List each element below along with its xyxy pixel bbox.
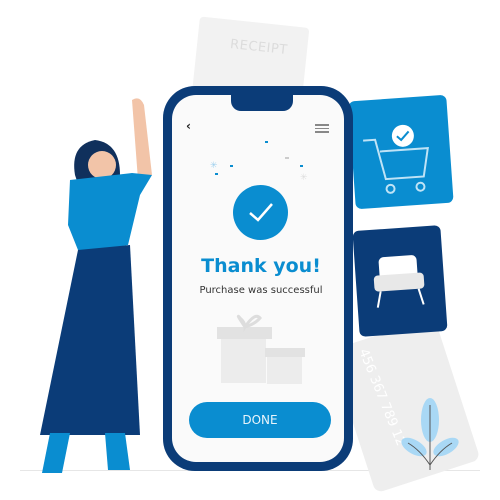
done-button[interactable]: DONE (189, 402, 331, 438)
phone-notch (231, 93, 293, 111)
gift-boxes-illustration (217, 314, 305, 384)
armchair-card-illustration (352, 225, 448, 337)
woman-illustration (40, 98, 152, 473)
thank-you-title: Thank you! (201, 255, 321, 277)
purchase-success-message: Purchase was successful (199, 285, 323, 296)
svg-text:✳: ✳ (210, 161, 218, 171)
svg-text:✳: ✳ (300, 173, 308, 183)
success-check-icon (233, 185, 288, 240)
cart-card-illustration (348, 94, 454, 210)
back-icon[interactable]: ‹ (186, 119, 191, 133)
hamburger-menu-icon[interactable] (315, 124, 329, 135)
armchair-icon (373, 255, 425, 308)
cart-icon (363, 124, 429, 194)
plant-illustration (401, 398, 459, 470)
